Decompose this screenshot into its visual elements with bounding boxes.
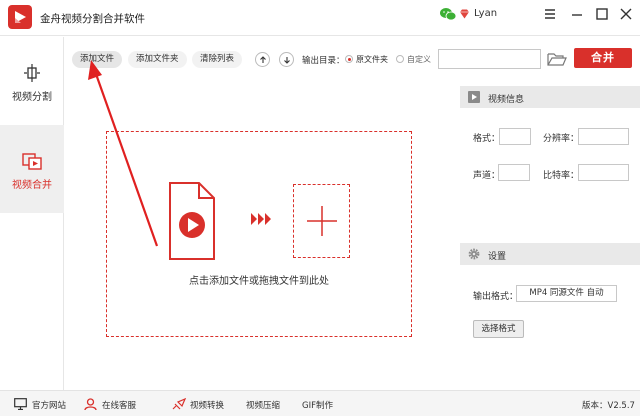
bitrate-field bbox=[578, 164, 629, 181]
move-up-button[interactable] bbox=[255, 52, 270, 67]
close-icon[interactable] bbox=[618, 6, 634, 22]
file-drop-zone[interactable]: 点击添加文件或拖拽文件到此处 bbox=[106, 131, 412, 337]
video-info-header: 视频信息 bbox=[460, 86, 640, 108]
plus-icon bbox=[307, 206, 337, 236]
vip-diamond-icon bbox=[460, 9, 469, 19]
sidebar-item-label: 视频合并 bbox=[12, 180, 52, 191]
footer-bar: 官方网站 在线客服 视频转换 视频压缩 GIF制作 版本：V2.5.7 bbox=[0, 390, 640, 416]
official-site-label: 官方网站 bbox=[32, 401, 67, 411]
resolution-label: 分辨率： bbox=[543, 134, 580, 144]
output-path-input[interactable] bbox=[438, 49, 541, 69]
channel-label: 声道： bbox=[473, 171, 501, 181]
output-dir-label: 输出目录： bbox=[302, 56, 345, 66]
wechat-icon[interactable] bbox=[440, 7, 456, 21]
add-file-button[interactable]: 添加文件 bbox=[72, 51, 123, 68]
sidebar-item-label: 视频分割 bbox=[12, 92, 52, 103]
online-service-label: 在线客服 bbox=[102, 401, 137, 411]
bitrate-label: 比特率： bbox=[543, 171, 580, 181]
video-merge-icon bbox=[22, 153, 42, 170]
settings-title: 设置 bbox=[488, 252, 507, 262]
video-compress-link[interactable]: 视频压缩 bbox=[246, 399, 280, 411]
minimize-icon[interactable] bbox=[569, 6, 585, 22]
custom-folder-radio[interactable] bbox=[396, 55, 404, 63]
move-down-button[interactable] bbox=[279, 52, 294, 67]
gear-icon bbox=[468, 248, 480, 260]
forward-arrows-icon bbox=[251, 213, 271, 225]
format-field bbox=[499, 128, 531, 145]
sidebar-item-video-merge[interactable]: 视频合并 bbox=[0, 125, 64, 213]
channel-field bbox=[498, 164, 530, 181]
clear-list-button[interactable]: 清除列表 bbox=[192, 51, 243, 68]
merge-button[interactable]: 合并 bbox=[574, 48, 632, 68]
add-folder-button[interactable]: 添加文件夹 bbox=[128, 51, 187, 68]
video-convert-icon bbox=[172, 398, 186, 410]
app-logo-icon bbox=[8, 5, 32, 29]
source-folder-label[interactable]: 原文件夹 bbox=[356, 54, 388, 65]
sidebar-item-video-split[interactable]: 视频分割 bbox=[0, 37, 64, 125]
output-format-label: 输出格式： bbox=[473, 292, 519, 302]
toolbar: 添加文件 添加文件夹 清除列表 输出目录： 原文件夹 自定义 合并 bbox=[64, 37, 640, 79]
arrow-up-icon bbox=[260, 56, 266, 63]
video-split-icon bbox=[24, 64, 40, 82]
app-title: 金舟视频分割合并软件 bbox=[40, 13, 145, 25]
drop-hint-text: 点击添加文件或拖拽文件到此处 bbox=[189, 276, 329, 287]
settings-header: 设置 bbox=[460, 243, 640, 265]
source-folder-radio[interactable] bbox=[345, 55, 353, 63]
version-text: 版本：V2.5.7 bbox=[582, 401, 635, 411]
maximize-icon[interactable] bbox=[594, 6, 610, 22]
monitor-icon bbox=[14, 398, 27, 410]
video-info-icon bbox=[468, 91, 480, 103]
video-file-icon bbox=[169, 182, 215, 260]
video-info-title: 视频信息 bbox=[488, 95, 525, 105]
menu-icon[interactable] bbox=[542, 6, 558, 22]
arrow-down-icon bbox=[284, 57, 290, 64]
gif-maker-link[interactable]: GIF制作 bbox=[302, 399, 333, 411]
output-format-field[interactable]: MP4 同源文件 自动 bbox=[516, 285, 617, 302]
user-name[interactable]: Lyan bbox=[474, 8, 497, 19]
format-label: 格式： bbox=[473, 134, 501, 144]
choose-format-button[interactable]: 选择格式 bbox=[473, 320, 524, 338]
video-convert-label: 视频转换 bbox=[190, 401, 225, 411]
customer-service-icon bbox=[84, 398, 97, 410]
resolution-field bbox=[578, 128, 629, 145]
add-file-placeholder[interactable] bbox=[293, 184, 350, 258]
open-folder-icon[interactable] bbox=[547, 51, 567, 67]
sidebar: 视频分割 视频合并 bbox=[0, 37, 64, 390]
title-bar: 金舟视频分割合并软件 Lyan bbox=[0, 0, 640, 36]
custom-folder-label[interactable]: 自定义 bbox=[407, 54, 431, 65]
